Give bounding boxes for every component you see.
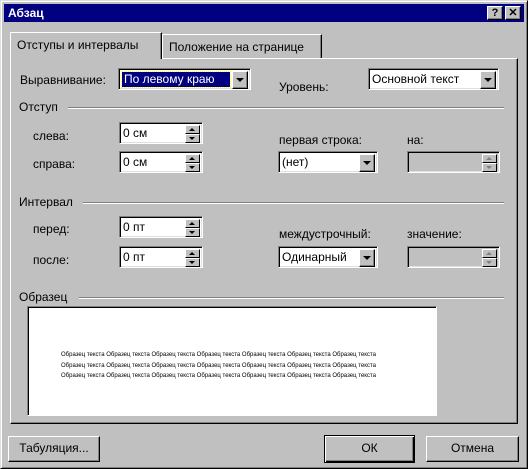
indent-left-spin-buttons xyxy=(185,125,200,143)
chevron-down-icon xyxy=(363,161,371,165)
level-value: Основной текст xyxy=(372,72,460,86)
indent-left-value: 0 см xyxy=(123,126,148,140)
arrow-down-icon xyxy=(189,261,195,264)
spin-down-button[interactable] xyxy=(482,258,497,267)
spacing-at-label: значение: xyxy=(407,227,462,241)
level-dropdown[interactable]: Основной текст xyxy=(368,68,499,90)
spin-up-button[interactable] xyxy=(185,219,200,228)
indent-right-spin-buttons xyxy=(185,154,200,172)
cancel-button[interactable]: Отмена xyxy=(426,436,519,462)
first-line-value: (нет) xyxy=(282,155,309,169)
first-line-dropdown-button[interactable] xyxy=(359,154,375,172)
indent-by-spin-buttons xyxy=(482,154,497,172)
alignment-label: Выравнивание: xyxy=(20,73,106,87)
window-title: Абзац xyxy=(8,6,44,20)
arrow-up-icon xyxy=(189,252,195,255)
spin-up-button[interactable] xyxy=(482,154,497,163)
ok-button[interactable]: ОК xyxy=(324,435,415,463)
indent-left-spinner[interactable]: 0 см xyxy=(119,122,203,144)
indent-by-spinner[interactable] xyxy=(407,151,500,173)
preview-group-label: Образец xyxy=(19,290,68,304)
arrow-up-icon xyxy=(189,128,195,131)
first-line-label: первая строка: xyxy=(279,133,362,147)
alignment-value: По левому краю xyxy=(121,71,231,88)
close-icon: ✕ xyxy=(508,7,518,19)
spacing-before-label: перед: xyxy=(33,222,70,236)
spacing-before-value: 0 пт xyxy=(123,220,146,234)
paragraph-dialog: Абзац ? ✕ Отступы и интервалы Положение … xyxy=(0,0,528,469)
tabs-button-label: Табуляция... xyxy=(19,441,89,455)
line-spacing-value: Одинарный xyxy=(282,250,347,264)
indent-right-value: 0 см xyxy=(123,155,148,169)
help-button[interactable]: ? xyxy=(487,6,503,20)
preview-box: Образец текста Образец текста Образец те… xyxy=(27,306,437,416)
spin-up-button[interactable] xyxy=(185,249,200,258)
first-line-dropdown[interactable]: (нет) xyxy=(278,151,378,173)
level-dropdown-button[interactable] xyxy=(480,71,496,89)
spacing-at-spin-buttons xyxy=(482,249,497,267)
spacing-group-label: Интервал xyxy=(19,195,73,209)
arrow-up-icon xyxy=(486,252,492,255)
spin-down-button[interactable] xyxy=(185,163,200,172)
indent-right-spinner[interactable]: 0 см xyxy=(119,151,203,173)
tabs-button[interactable]: Табуляция... xyxy=(8,436,100,462)
preview-sample-text: Образец текста Образец текста Образец те… xyxy=(61,352,376,379)
indent-group-divider xyxy=(68,107,504,109)
alignment-dropdown-button[interactable] xyxy=(232,71,248,89)
indent-left-label: слева: xyxy=(33,129,69,143)
spacing-at-spinner[interactable] xyxy=(407,246,500,268)
title-bar: Абзац ? ✕ xyxy=(4,4,524,22)
indent-right-label: справа: xyxy=(33,157,76,171)
arrow-up-icon xyxy=(486,157,492,160)
cancel-button-label: Отмена xyxy=(450,441,495,455)
tab-line-page-breaks[interactable]: Положение на странице xyxy=(162,34,322,58)
close-button[interactable]: ✕ xyxy=(505,6,521,20)
spin-up-button[interactable] xyxy=(185,154,200,163)
level-label: Уровень: xyxy=(279,80,329,94)
spacing-after-label: после: xyxy=(33,253,70,267)
chevron-down-icon xyxy=(484,78,492,82)
arrow-up-icon xyxy=(189,157,195,160)
ok-button-label: ОК xyxy=(361,441,378,455)
spin-down-button[interactable] xyxy=(482,163,497,172)
line-spacing-dropdown-button[interactable] xyxy=(359,249,375,267)
arrow-down-icon xyxy=(189,231,195,234)
spacing-group-divider xyxy=(83,202,504,204)
arrow-down-icon xyxy=(189,137,195,140)
spacing-after-value: 0 пт xyxy=(123,250,146,264)
preview-group-divider xyxy=(79,297,504,299)
tab-label: Положение на странице xyxy=(169,40,304,54)
spin-down-button[interactable] xyxy=(185,134,200,143)
chevron-down-icon xyxy=(363,256,371,260)
arrow-down-icon xyxy=(486,261,492,264)
spin-up-button[interactable] xyxy=(185,125,200,134)
tab-label: Отступы и интервалы xyxy=(17,38,139,52)
indent-group-label: Отступ xyxy=(19,100,58,114)
spacing-after-spin-buttons xyxy=(185,249,200,267)
arrow-down-icon xyxy=(486,166,492,169)
spacing-before-spinner[interactable]: 0 пт xyxy=(119,216,203,238)
arrow-up-icon xyxy=(189,222,195,225)
indent-by-label: на: xyxy=(407,133,424,147)
arrow-down-icon xyxy=(189,166,195,169)
spacing-after-spinner[interactable]: 0 пт xyxy=(119,246,203,268)
line-spacing-dropdown[interactable]: Одинарный xyxy=(278,246,378,268)
alignment-dropdown[interactable]: По левому краю xyxy=(118,68,251,90)
line-spacing-label: междустрочный: xyxy=(279,227,371,241)
tab-indents-spacing[interactable]: Отступы и интервалы xyxy=(10,32,162,59)
spin-down-button[interactable] xyxy=(185,228,200,237)
spacing-before-spin-buttons xyxy=(185,219,200,237)
chevron-down-icon xyxy=(236,78,244,82)
spin-down-button[interactable] xyxy=(185,258,200,267)
spin-up-button[interactable] xyxy=(482,249,497,258)
